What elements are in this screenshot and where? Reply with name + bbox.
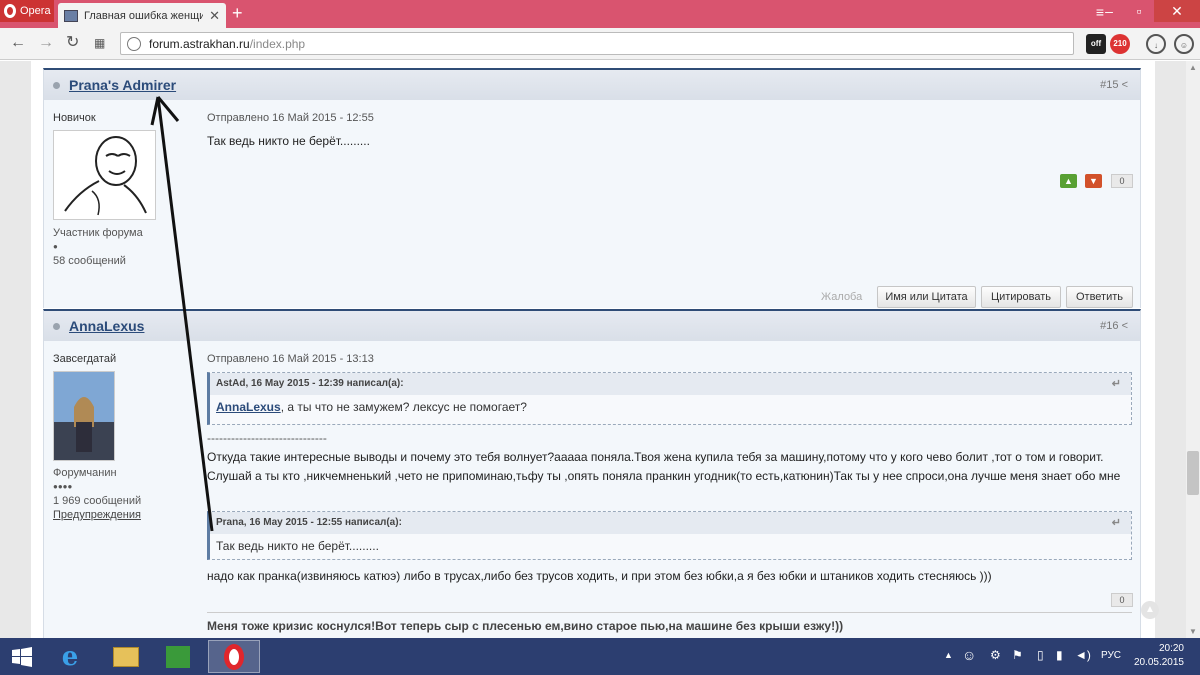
tray-expand-icon[interactable]: ▲	[944, 650, 953, 660]
new-tab-button[interactable]: +	[232, 4, 243, 22]
opera-menu-button[interactable]: Opera	[0, 0, 54, 22]
address-bar[interactable]: forum.astrakhan.ru/index.php	[120, 32, 1074, 55]
maximize-button[interactable]: ▫	[1124, 0, 1154, 22]
network-share-tray-icon[interactable]: ⚙	[990, 648, 1001, 662]
internet-explorer-icon: e	[61, 641, 79, 672]
counter-extension-icon[interactable]: 210	[1110, 34, 1130, 54]
volume-tray-icon[interactable]: ◄)	[1075, 648, 1091, 662]
system-clock[interactable]: 20:20 20.05.2015	[1134, 642, 1184, 670]
page-scrollbar[interactable]: ▲ ▼	[1186, 61, 1200, 638]
close-tab-icon[interactable]: ✕	[209, 8, 220, 24]
adblock-off-extension-icon[interactable]: off	[1086, 34, 1106, 54]
annotation-arrow	[150, 96, 214, 532]
windows-logo-icon	[12, 646, 32, 667]
file-explorer-taskbar-button[interactable]	[104, 640, 148, 673]
language-indicator[interactable]: РУС	[1101, 650, 1121, 661]
forward-arrow-icon[interactable]: →	[38, 34, 54, 52]
opera-taskbar-button[interactable]	[208, 640, 260, 673]
browser-tab[interactable]: Главная ошибка женщин ✕	[58, 3, 226, 28]
back-arrow-icon[interactable]: ←	[10, 34, 26, 52]
window-controls: – ▫ ✕	[1094, 0, 1200, 22]
scroll-up-icon[interactable]: ▲	[1189, 63, 1197, 72]
internet-explorer-taskbar-button[interactable]: e	[48, 640, 92, 673]
url-path: /index.php	[249, 36, 306, 51]
favicon-icon	[64, 9, 78, 22]
speed-dial-icon[interactable]: ▦	[94, 34, 105, 52]
signal-tray-icon[interactable]: ▮	[1056, 648, 1063, 662]
close-window-button[interactable]: ✕	[1154, 0, 1200, 22]
tab-title: Главная ошибка женщин	[84, 9, 204, 22]
minimize-button[interactable]: –	[1094, 0, 1124, 22]
url-host: forum.astrakhan.ru	[149, 36, 250, 51]
store-icon	[166, 645, 190, 668]
download-icon[interactable]: ↓	[1146, 34, 1166, 54]
account-icon[interactable]: ☺	[1174, 34, 1194, 54]
scroll-to-top-icon[interactable]: ▲	[1141, 601, 1159, 619]
scrollbar-thumb[interactable]	[1187, 451, 1199, 495]
globe-icon	[127, 36, 141, 51]
battery-tray-icon[interactable]: ▯	[1037, 648, 1044, 662]
flag-tray-icon[interactable]: ⚑	[1012, 648, 1023, 662]
start-button[interactable]	[0, 640, 44, 673]
forum-page: Prana's Admirer #15 < Новичок Участник ф…	[0, 61, 1186, 638]
opera-logo-icon	[4, 4, 16, 18]
navigation-bar: ← → ↻ ▦ forum.astrakhan.ru/index.php off…	[0, 28, 1200, 60]
clock-time: 20:20	[1158, 643, 1184, 654]
clock-date: 20.05.2015	[1133, 657, 1184, 668]
windows-taskbar: e ▲ ☺ ⚙ ⚑ ▯ ▮ ◄) РУС 20:20 20.05.2015	[0, 638, 1200, 675]
reload-icon[interactable]: ↻	[66, 34, 79, 52]
browser-tab-bar: Opera Главная ошибка женщин ✕ + ≡ – ▫ ✕	[0, 0, 1200, 28]
opera-icon	[224, 643, 244, 670]
store-taskbar-button[interactable]	[156, 640, 200, 673]
emoji-tray-icon[interactable]: ☺	[962, 647, 976, 663]
scroll-down-icon[interactable]: ▼	[1189, 627, 1197, 636]
opera-menu-label: Opera	[20, 5, 51, 17]
folder-icon	[113, 646, 139, 667]
